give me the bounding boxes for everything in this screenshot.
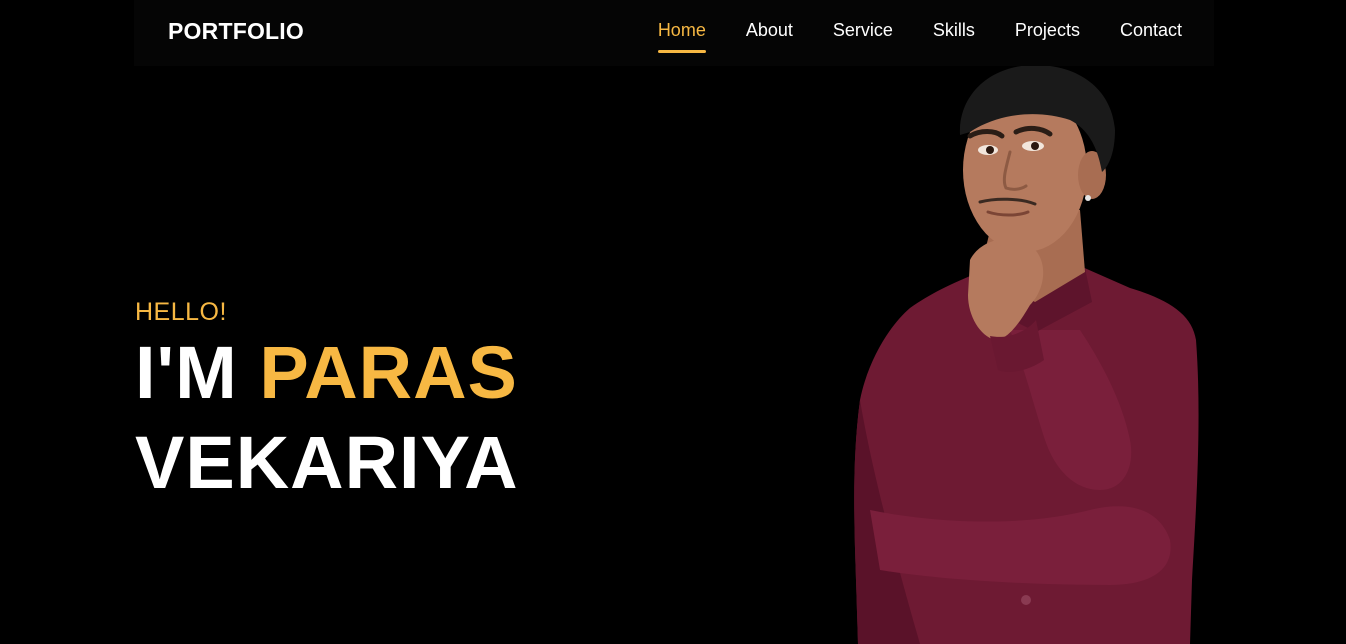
portrait-earring xyxy=(1085,195,1091,201)
hero-greeting: HELLO! xyxy=(135,298,227,326)
hero-first-name: PARAS xyxy=(259,331,518,414)
page: PORTFOLIO Home About Service Skills Proj… xyxy=(0,0,1346,644)
portrait-button xyxy=(1021,595,1031,605)
hero-name-line-1: I'M PARAS xyxy=(135,328,519,418)
brand-logo[interactable]: PORTFOLIO xyxy=(168,18,304,45)
nav-link-home[interactable]: Home xyxy=(657,0,706,66)
nav-links: Home About Service Skills Projects Conta… xyxy=(618,0,1182,66)
hero-intro: I'M xyxy=(135,331,238,414)
nav-link-skills[interactable]: Skills xyxy=(933,0,975,66)
nav-link-contact[interactable]: Contact xyxy=(1120,0,1182,66)
nav-link-about[interactable]: About xyxy=(746,0,793,66)
nav-link-projects[interactable]: Projects xyxy=(1015,0,1080,66)
navbar: PORTFOLIO Home About Service Skills Proj… xyxy=(134,0,1214,66)
hero-last-name: VEKARIYA xyxy=(135,421,519,504)
nav-link-service[interactable]: Service xyxy=(833,0,893,66)
hero-text: HELLO! I'M PARAS VEKARIYA xyxy=(135,296,519,508)
portrait-photo xyxy=(854,65,1199,644)
